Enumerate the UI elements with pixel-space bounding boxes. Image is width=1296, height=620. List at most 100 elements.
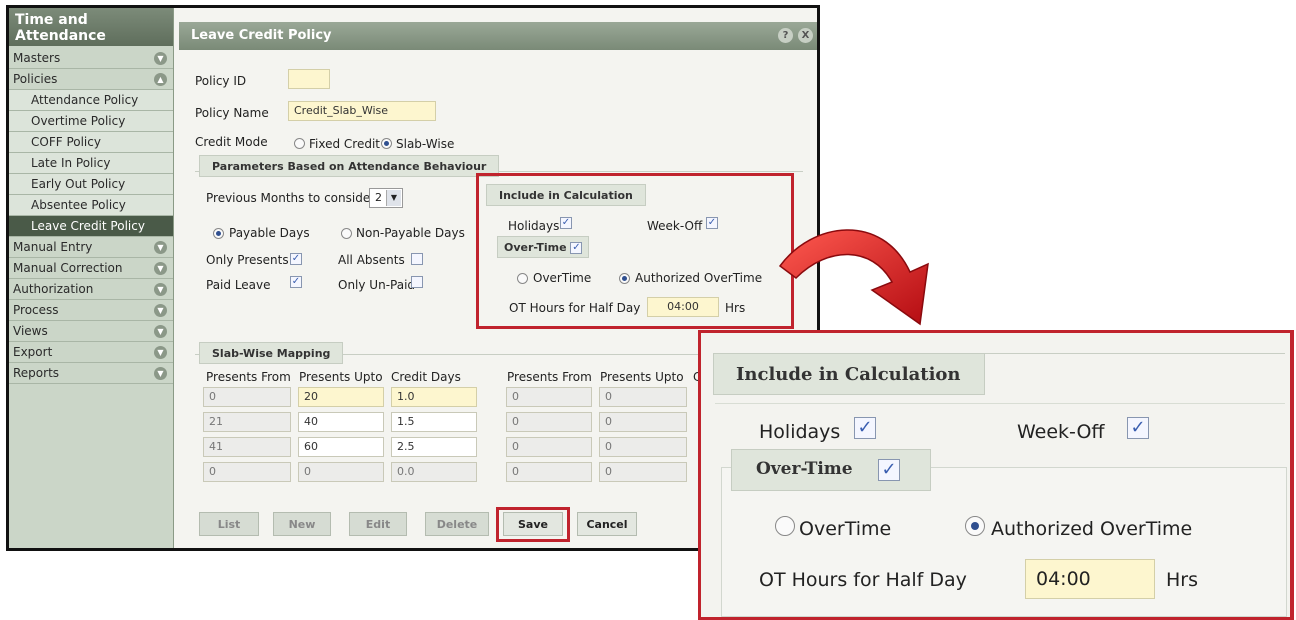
edit-button[interactable]: Edit: [349, 512, 407, 536]
help-icon[interactable]: ?: [778, 28, 793, 43]
chevron-down-icon: ▼: [154, 304, 167, 317]
slab-cell[interactable]: 0: [506, 387, 592, 407]
sidebar-item-label: Authorization: [13, 282, 94, 296]
sidebar-item-process[interactable]: Process ▼: [9, 300, 173, 321]
slab-cell[interactable]: 1.0: [391, 387, 477, 407]
slab-cell[interactable]: 0: [203, 462, 291, 482]
prev-months-select[interactable]: 2 ▼: [369, 188, 403, 208]
sidebar-item-label: Manual Entry: [13, 240, 93, 254]
zoom-authorized-overtime-label: Authorized OverTime: [991, 518, 1193, 540]
policy-name-field[interactable]: Credit_Slab_Wise: [288, 101, 436, 121]
slab-cell[interactable]: 0: [506, 462, 592, 482]
chevron-up-icon: ▲: [154, 73, 167, 86]
slab-cell[interactable]: 0: [599, 412, 687, 432]
sidebar-item-policies[interactable]: Policies ▲: [9, 69, 173, 90]
slab-cell[interactable]: 60: [298, 437, 384, 457]
col-header-presents-from-2: Presents From: [507, 370, 592, 384]
week-off-checkbox[interactable]: ✓: [706, 217, 718, 229]
authorized-overtime-radio[interactable]: [619, 273, 630, 284]
close-icon[interactable]: X: [798, 28, 813, 43]
policy-id-label: Policy ID: [195, 74, 247, 88]
col-header-presents-from: Presents From: [206, 370, 291, 384]
sidebar-item-absentee-policy[interactable]: Absentee Policy: [9, 195, 173, 216]
sidebar-item-label: Export: [13, 345, 53, 359]
slab-cell[interactable]: 0: [298, 462, 384, 482]
slab-cell[interactable]: 0.0: [391, 462, 477, 482]
only-unpaid-label: Only Un-Paid: [338, 278, 416, 292]
zoom-authorized-overtime-radio[interactable]: [965, 516, 985, 536]
sidebar-item-late-in-policy[interactable]: Late In Policy: [9, 153, 173, 174]
paid-leave-label: Paid Leave: [206, 278, 271, 292]
slab-cell[interactable]: 20: [298, 387, 384, 407]
fixed-credit-radio[interactable]: [294, 138, 305, 149]
delete-button[interactable]: Delete: [425, 512, 489, 536]
paid-leave-checkbox[interactable]: ✓: [290, 276, 302, 288]
slab-cell[interactable]: 2.5: [391, 437, 477, 457]
col-header-credit-days: Credit Days: [391, 370, 461, 384]
sidebar-item-export[interactable]: Export ▼: [9, 342, 173, 363]
chevron-down-icon: ▼: [154, 346, 167, 359]
chevron-down-icon: ▼: [154, 325, 167, 338]
panel-header: Leave Credit Policy ? X: [179, 22, 817, 50]
slab-cell[interactable]: 0: [599, 437, 687, 457]
sidebar-item-attendance-policy[interactable]: Attendance Policy: [9, 90, 173, 111]
sidebar-item-label: COFF Policy: [31, 135, 101, 149]
only-presents-checkbox[interactable]: ✓: [290, 253, 302, 265]
only-unpaid-checkbox[interactable]: [411, 276, 423, 288]
slab-cell[interactable]: 40: [298, 412, 384, 432]
all-absents-checkbox[interactable]: [411, 253, 423, 265]
sidebar-item-manual-correction[interactable]: Manual Correction ▼: [9, 258, 173, 279]
zoom-include-title: Include in Calculation: [713, 353, 985, 395]
zoom-overtime-title: Over-Time ✓: [731, 449, 931, 491]
chevron-down-icon: ▼: [386, 190, 401, 206]
panel-title: Leave Credit Policy: [191, 28, 332, 43]
list-button[interactable]: List: [199, 512, 259, 536]
zoom-holidays-checkbox[interactable]: ✓: [854, 417, 876, 439]
sidebar-item-manual-entry[interactable]: Manual Entry ▼: [9, 237, 173, 258]
zoom-overtime-title-label: Over-Time: [756, 459, 853, 479]
slab-cell[interactable]: 0: [203, 387, 291, 407]
slab-cell[interactable]: 0: [506, 412, 592, 432]
sidebar-item-early-out-policy[interactable]: Early Out Policy: [9, 174, 173, 195]
non-payable-days-radio[interactable]: [341, 228, 352, 239]
fixed-credit-label: Fixed Credit: [309, 137, 380, 151]
sidebar-item-coff-policy[interactable]: COFF Policy: [9, 132, 173, 153]
policy-id-field[interactable]: [288, 69, 330, 89]
sidebar-item-leave-credit-policy[interactable]: Leave Credit Policy: [9, 216, 173, 237]
sidebar-item-label: Late In Policy: [31, 156, 111, 170]
payable-days-radio[interactable]: [213, 228, 224, 239]
zoom-overtime-checkbox[interactable]: ✓: [878, 459, 900, 481]
cancel-button[interactable]: Cancel: [577, 512, 637, 536]
slab-wise-radio[interactable]: [381, 138, 392, 149]
overtime-checkbox[interactable]: ✓: [570, 242, 583, 254]
slab-cell[interactable]: 0: [599, 462, 687, 482]
slab-cell[interactable]: 1.5: [391, 412, 477, 432]
sidebar-item-views[interactable]: Views ▼: [9, 321, 173, 342]
ot-half-day-field[interactable]: 04:00: [647, 297, 719, 317]
policy-name-label: Policy Name: [195, 106, 269, 120]
save-button[interactable]: Save: [503, 512, 563, 536]
new-button[interactable]: New: [273, 512, 331, 536]
overtime-radio[interactable]: [517, 273, 528, 284]
sidebar-item-masters[interactable]: Masters ▼: [9, 48, 173, 69]
zoom-overtime-radio[interactable]: [775, 516, 795, 536]
slab-cell[interactable]: 41: [203, 437, 291, 457]
zoom-ot-half-day-field[interactable]: 04:00: [1025, 559, 1155, 599]
slab-cell[interactable]: 21: [203, 412, 291, 432]
sidebar-item-overtime-policy[interactable]: Overtime Policy: [9, 111, 173, 132]
sidebar-item-reports[interactable]: Reports ▼: [9, 363, 173, 384]
slab-cell[interactable]: 0: [599, 387, 687, 407]
hrs-label: Hrs: [725, 301, 746, 315]
curved-arrow-icon: [778, 229, 929, 326]
sidebar-item-authorization[interactable]: Authorization ▼: [9, 279, 173, 300]
zoomed-include-panel: Include in Calculation Holidays ✓ Week-O…: [698, 330, 1294, 620]
holidays-checkbox[interactable]: ✓: [560, 217, 572, 229]
prev-months-value: 2: [375, 191, 382, 204]
zoom-holidays-label: Holidays: [759, 421, 841, 443]
sidebar-item-label: Overtime Policy: [31, 114, 126, 128]
only-presents-label: Only Presents: [206, 253, 289, 267]
sidebar-item-label: Leave Credit Policy: [31, 219, 145, 233]
slab-cell[interactable]: 0: [506, 437, 592, 457]
sidebar-item-label: Absentee Policy: [31, 198, 126, 212]
zoom-week-off-checkbox[interactable]: ✓: [1127, 417, 1149, 439]
